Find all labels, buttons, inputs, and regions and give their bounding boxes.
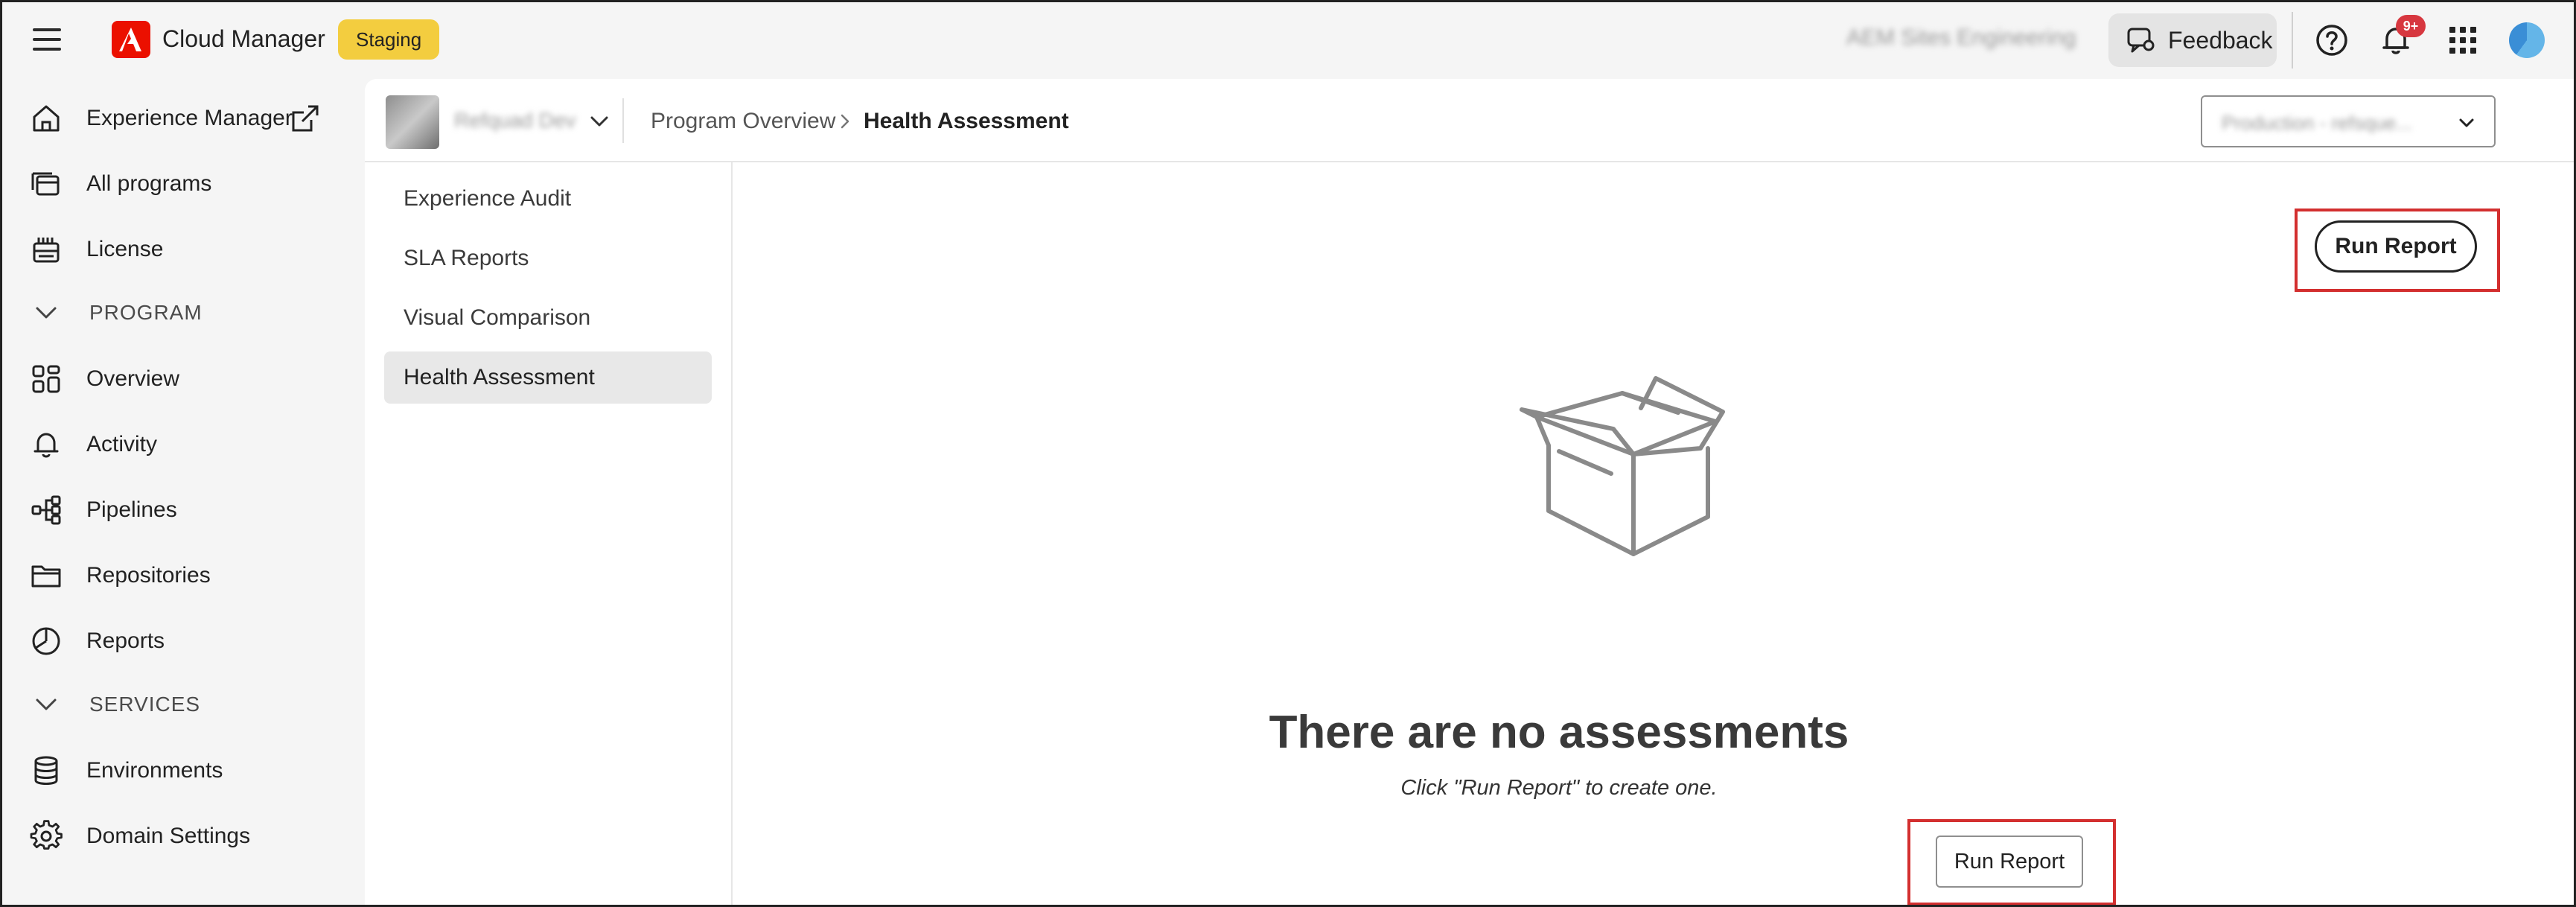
left-navigation: Experience Manager All programs License … [0,79,365,907]
nav-section-services[interactable]: SERVICES [0,682,357,727]
folder-icon [31,565,61,588]
feedback-button[interactable]: Feedback [2108,13,2277,67]
empty-state-subtitle: Click "Run Report" to create one. [1400,776,1718,800]
subnav-item-experience-audit[interactable]: Experience Audit [384,173,712,225]
nav-item-experience-manager[interactable]: Experience Manager [0,94,357,143]
nav-item-label: Experience Manager [86,106,293,130]
environment-badge: Staging [338,19,440,60]
empty-state-title: There are no assessments [1269,707,1849,758]
notification-count-badge: 9+ [2396,15,2426,37]
programs-icon [31,172,60,196]
feedback-label: Feedback [2168,26,2273,54]
environment-select-value: Production - refsque... [2222,112,2412,134]
feedback-icon [2127,28,2155,53]
nav-item-environments[interactable]: Environments [0,746,357,795]
nav-item-label: Domain Settings [86,824,251,848]
top-bar: Cloud Manager Staging AEM Sites Engineer… [0,0,2576,79]
subnav-item-sla-reports[interactable]: SLA Reports [384,232,712,284]
program-name[interactable]: Refquad Dev [454,109,576,133]
chevron-right-icon [841,114,849,129]
divider [622,98,624,143]
chevron-down-icon [36,698,57,710]
gear-icon [30,820,63,850]
help-icon[interactable] [2314,22,2350,58]
nav-item-all-programs[interactable]: All programs [0,159,357,209]
breadcrumb-bar: Refquad Dev Program Overview Health Asse… [365,79,2576,162]
app-switcher-grid-icon[interactable] [2445,22,2481,58]
main-area: Run Report There are no assessments Clic… [733,162,2576,907]
run-report-button-empty-state[interactable]: Run Report [1936,836,2083,888]
section-label: SERVICES [89,693,201,716]
nav-item-activity[interactable]: Activity [0,420,357,469]
external-link-icon [292,105,319,132]
database-icon [34,756,58,785]
hamburger-menu-icon[interactable] [33,28,61,51]
program-thumbnail[interactable] [386,95,439,149]
org-name[interactable]: AEM Sites Engineering [1846,25,2076,51]
user-avatar[interactable] [2509,22,2545,58]
content-panel: Refquad Dev Program Overview Health Asse… [365,79,2576,907]
nav-item-reports[interactable]: Reports [0,617,357,666]
subnav-item-visual-comparison[interactable]: Visual Comparison [384,292,712,344]
reports-subnav: Experience Audit SLA Reports Visual Comp… [365,162,733,907]
nav-item-label: Overview [86,366,180,391]
overview-icon [32,365,60,393]
nav-item-label: Activity [86,432,158,456]
subnav-item-health-assessment[interactable]: Health Assessment [384,351,712,404]
adobe-logo-icon [112,21,150,58]
bell-icon [34,433,59,458]
breadcrumb-current-page: Health Assessment [864,109,1069,133]
nav-item-repositories[interactable]: Repositories [0,551,357,600]
app-title: Cloud Manager [162,25,325,52]
divider [2292,12,2293,69]
program-switcher-chevron-down-icon[interactable] [587,109,612,134]
reports-icon [32,627,60,655]
nav-item-label: Pipelines [86,497,177,522]
nav-item-pipelines[interactable]: Pipelines [0,486,357,535]
nav-item-label: Repositories [86,563,211,588]
nav-item-label: Environments [86,758,223,783]
nav-item-domain-settings[interactable]: Domain Settings [0,812,357,861]
run-report-button[interactable]: Run Report [2315,220,2477,273]
chevron-down-icon [36,307,57,319]
nav-item-license[interactable]: License [0,225,357,274]
breadcrumb-program-overview[interactable]: Program Overview [651,109,835,134]
nav-item-label: Reports [86,628,165,653]
environment-select[interactable]: Production - refsque... [2201,95,2496,147]
nav-item-label: License [86,237,164,261]
home-icon [33,105,60,132]
chevron-down-icon [2459,118,2474,127]
section-label: PROGRAM [89,301,203,324]
nav-section-program[interactable]: PROGRAM [0,290,357,335]
nav-item-overview[interactable]: Overview [0,354,357,404]
nav-item-label: All programs [86,171,212,196]
empty-box-icon [1520,376,1725,556]
pipelines-icon [31,495,61,525]
license-icon [33,238,60,263]
